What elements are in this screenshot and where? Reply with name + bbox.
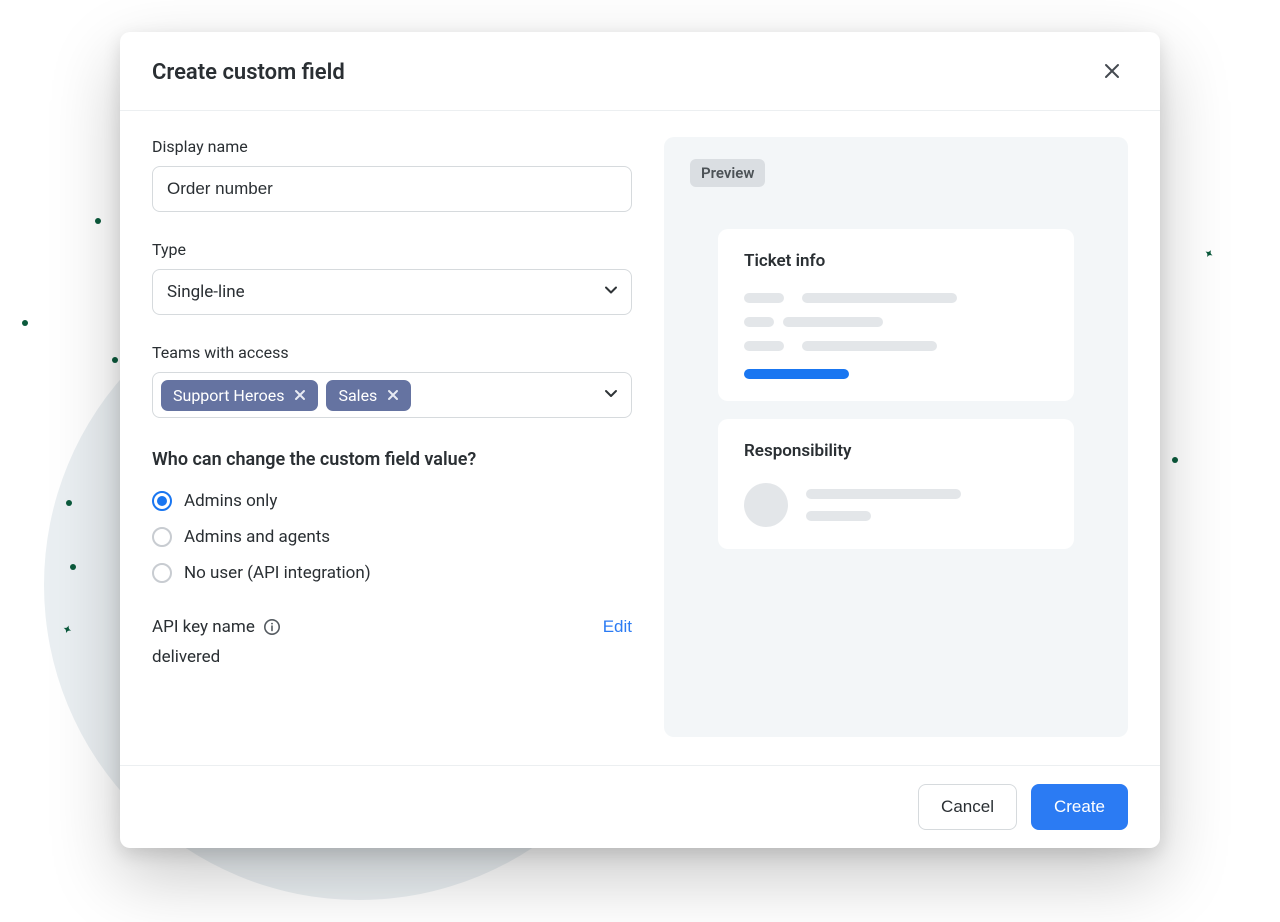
skeleton-avatar: [744, 483, 788, 527]
team-tag-label: Sales: [338, 386, 377, 405]
who-can-change-question: Who can change the custom field value?: [152, 446, 572, 475]
team-tag: Sales: [326, 380, 411, 411]
preview-responsibility-card: Responsibility: [718, 419, 1074, 549]
radio-label: Admins only: [184, 491, 277, 511]
skeleton-bar: [806, 489, 961, 499]
info-icon: [263, 618, 281, 636]
modal-title: Create custom field: [152, 60, 345, 85]
permission-radio-group: Admins only Admins and agents No user (A…: [152, 491, 632, 583]
team-tag: Support Heroes: [161, 380, 318, 411]
preview-card-title: Ticket info: [744, 251, 1048, 271]
type-value: Single-line: [167, 282, 245, 302]
team-tag-label: Support Heroes: [173, 386, 284, 405]
type-label: Type: [152, 240, 632, 259]
api-key-label: API key name: [152, 617, 255, 637]
skeleton-bar: [744, 341, 784, 351]
radio-no-user-api[interactable]: No user (API integration): [152, 563, 632, 583]
radio-label: Admins and agents: [184, 527, 330, 547]
display-name-input[interactable]: [152, 166, 632, 212]
form-column: Display name Type Single-line Teams with…: [152, 137, 632, 737]
preview-panel: Preview Ticket info: [664, 137, 1128, 737]
create-button[interactable]: Create: [1031, 784, 1128, 830]
radio-circle-icon: [152, 527, 172, 547]
radio-admins-only[interactable]: Admins only: [152, 491, 632, 511]
radio-circle-icon: [152, 491, 172, 511]
deco-dot: [66, 500, 72, 506]
skeleton-text-group: [806, 489, 1048, 521]
radio-label: No user (API integration): [184, 563, 371, 583]
skeleton-row: [744, 369, 1048, 379]
deco-cross: [57, 624, 75, 642]
close-icon: [1103, 62, 1121, 83]
deco-dot: [22, 320, 28, 326]
close-button[interactable]: [1096, 56, 1128, 88]
chevron-down-icon: [603, 385, 619, 405]
display-name-field: Display name: [152, 137, 632, 212]
chevron-down-icon: [603, 282, 619, 303]
skeleton-row: [744, 317, 1048, 327]
skeleton-bar: [783, 317, 883, 327]
skeleton-bar: [802, 341, 937, 351]
remove-tag-icon[interactable]: [385, 387, 401, 403]
deco-dot: [112, 357, 118, 363]
teams-label: Teams with access: [152, 343, 632, 362]
preview-card-title: Responsibility: [744, 441, 1048, 461]
remove-tag-icon[interactable]: [292, 387, 308, 403]
type-field: Type Single-line: [152, 240, 632, 315]
display-name-label: Display name: [152, 137, 632, 156]
deco-dot: [1172, 457, 1178, 463]
modal-header: Create custom field: [120, 32, 1160, 111]
deco-dot: [95, 218, 101, 224]
skeleton-bar-accent: [744, 369, 849, 379]
api-key-label-wrap: API key name: [152, 617, 281, 637]
preview-column: Preview Ticket info: [664, 137, 1128, 737]
skeleton-bar: [744, 317, 774, 327]
teams-field: Teams with access Support Heroes Sales: [152, 343, 632, 418]
type-select[interactable]: Single-line: [152, 269, 632, 315]
radio-admins-and-agents[interactable]: Admins and agents: [152, 527, 632, 547]
modal-body: Display name Type Single-line Teams with…: [120, 111, 1160, 765]
api-key-row: API key name Edit: [152, 617, 632, 637]
preview-ticket-info-card: Ticket info: [718, 229, 1074, 401]
deco-cross: [1198, 248, 1216, 266]
skeleton-bar: [802, 293, 957, 303]
cancel-button[interactable]: Cancel: [918, 784, 1017, 830]
skeleton-bar: [744, 293, 784, 303]
deco-dot: [70, 564, 76, 570]
skeleton-row: [744, 293, 1048, 303]
create-custom-field-modal: Create custom field Display name Type Si…: [120, 32, 1160, 848]
skeleton-row: [744, 341, 1048, 351]
who-can-change-field: Who can change the custom field value? A…: [152, 446, 632, 583]
modal-footer: Cancel Create: [120, 765, 1160, 848]
api-key-value: delivered: [152, 647, 632, 667]
edit-api-key-link[interactable]: Edit: [603, 617, 632, 637]
radio-circle-icon: [152, 563, 172, 583]
skeleton-bar: [806, 511, 871, 521]
teams-input[interactable]: Support Heroes Sales: [152, 372, 632, 418]
skeleton-row: [744, 483, 1048, 527]
preview-badge: Preview: [690, 159, 765, 187]
